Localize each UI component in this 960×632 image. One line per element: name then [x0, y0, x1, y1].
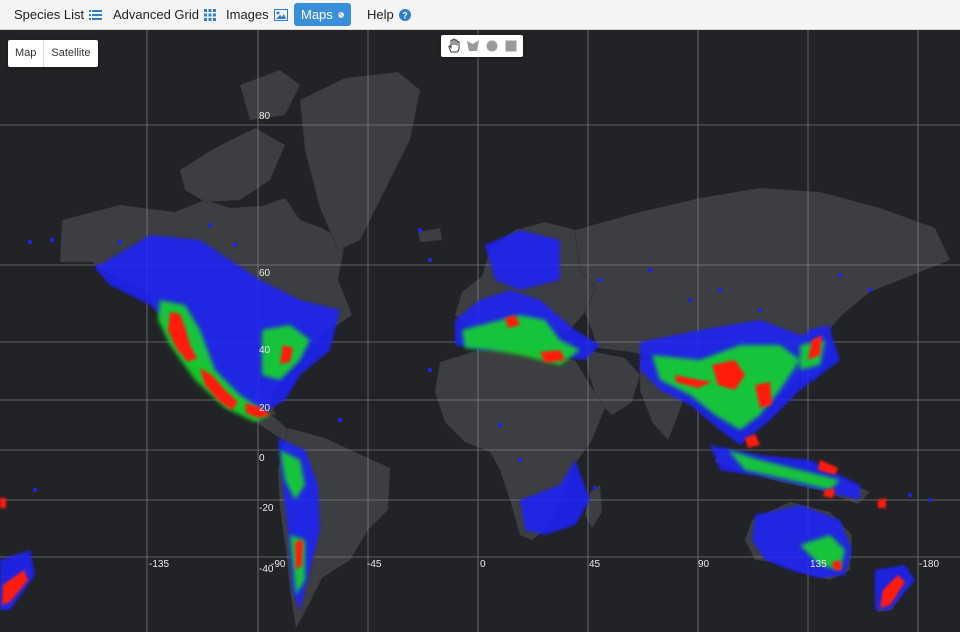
lon-label-minus-45: -45 [367, 559, 382, 570]
map-canvas[interactable]: 80 60 40 20 0 -20 -40 -135 -90 -45 0 45 … [0, 30, 960, 632]
rectangle-icon[interactable] [503, 38, 519, 54]
polygon-icon[interactable] [465, 38, 481, 54]
globe-icon [338, 11, 344, 18]
lat-label-20: 20 [259, 403, 271, 414]
list-icon [89, 9, 103, 20]
hand-icon[interactable] [446, 38, 462, 54]
lon-label-minus-90: -90 [271, 559, 286, 570]
circle-icon[interactable] [484, 38, 500, 54]
landmass-new-zealand [0, 564, 911, 613]
image-icon [273, 8, 288, 21]
tab-maps[interactable]: Maps [294, 3, 351, 26]
lat-label-minus-20: -20 [259, 503, 274, 514]
tab-advanced-grid[interactable]: Advanced Grid [106, 3, 223, 26]
tab-maps-label: Maps [301, 7, 333, 22]
tab-images[interactable]: Images [219, 3, 295, 26]
lat-label-60: 60 [259, 268, 271, 279]
map-type-control: Map Satellite [8, 40, 98, 67]
tab-species-list[interactable]: Species List [7, 3, 109, 26]
question-icon: ? [398, 8, 411, 21]
top-navigation: Species List Advanced Grid Images Maps H… [0, 0, 960, 30]
grid-icon [204, 8, 216, 21]
lat-label-40: 40 [259, 345, 271, 356]
lon-label-90: 90 [698, 559, 710, 570]
lon-label-minus-135: -135 [149, 559, 170, 570]
tab-images-label: Images [226, 7, 269, 22]
map-type-satellite-button[interactable]: Satellite [44, 40, 97, 67]
map-type-map-button[interactable]: Map [8, 40, 43, 67]
lon-label-135: 135 [810, 559, 827, 570]
lon-label-0: 0 [480, 559, 486, 570]
landmass-arctic-islands [179, 69, 301, 203]
tab-advanced-grid-label: Advanced Grid [113, 7, 199, 22]
lon-label-minus-180: -180 [919, 559, 940, 570]
lat-label-80: 80 [259, 111, 271, 122]
drawing-toolbar [441, 35, 523, 57]
tab-species-list-label: Species List [14, 7, 85, 22]
svg-text:?: ? [402, 10, 408, 20]
landmass-madagascar [584, 484, 603, 529]
lat-label-0: 0 [259, 453, 265, 464]
tab-help-label: Help [367, 7, 394, 22]
landmass-greenland [299, 71, 421, 251]
tab-help[interactable]: Help ? [360, 3, 418, 26]
lon-label-45: 45 [589, 559, 601, 570]
world-map [0, 30, 960, 632]
